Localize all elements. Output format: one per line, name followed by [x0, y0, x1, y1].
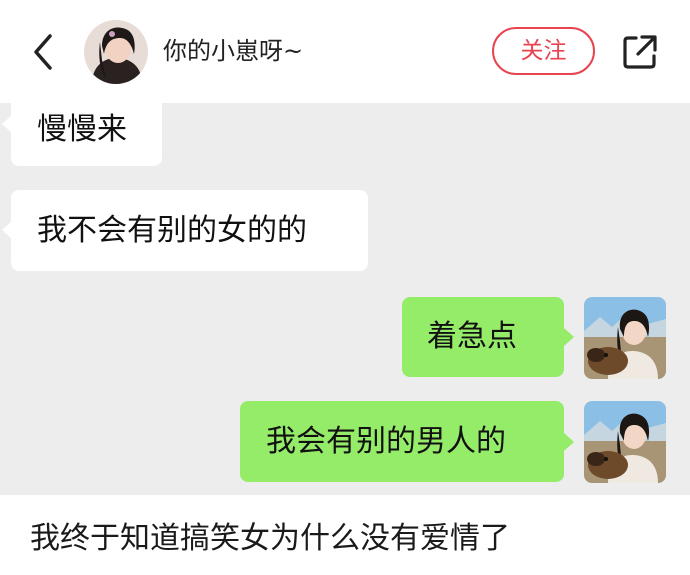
author-name[interactable]: 你的小崽呀~ [163, 33, 303, 69]
author-avatar[interactable] [84, 20, 148, 84]
bubble-tail [564, 328, 574, 346]
back-arrow-icon [34, 34, 52, 70]
sender-avatar [584, 297, 666, 379]
share-icon [623, 35, 657, 69]
message-text: 我会有别的男人的 [266, 424, 506, 459]
post-caption: 我终于知道搞笑女为什么没有爱情了 [30, 521, 510, 556]
received-message: 我不会有别的女的的 [11, 190, 368, 271]
share-button[interactable] [620, 32, 660, 72]
message-text: 我不会有别的女的的 [37, 213, 307, 248]
bubble-tail [2, 221, 12, 239]
post-page: 你的小崽呀~ 关注 慢慢来 我不会有别的女的的 着急点 我会有别的男人的 我终于… [0, 0, 690, 575]
received-message: 慢慢来 [11, 103, 162, 166]
follow-button[interactable]: 关注 [492, 27, 595, 75]
sent-message: 我会有别的男人的 [240, 401, 564, 482]
message-text: 着急点 [427, 319, 517, 354]
chat-screenshot: 慢慢来 我不会有别的女的的 着急点 我会有别的男人的 [0, 103, 690, 495]
sender-avatar [584, 401, 666, 483]
post-header: 你的小崽呀~ 关注 [0, 0, 690, 103]
back-button[interactable] [26, 30, 60, 74]
bubble-tail [564, 433, 574, 451]
message-text: 慢慢来 [37, 112, 127, 147]
sent-message: 着急点 [402, 297, 564, 377]
bubble-tail [2, 115, 12, 133]
